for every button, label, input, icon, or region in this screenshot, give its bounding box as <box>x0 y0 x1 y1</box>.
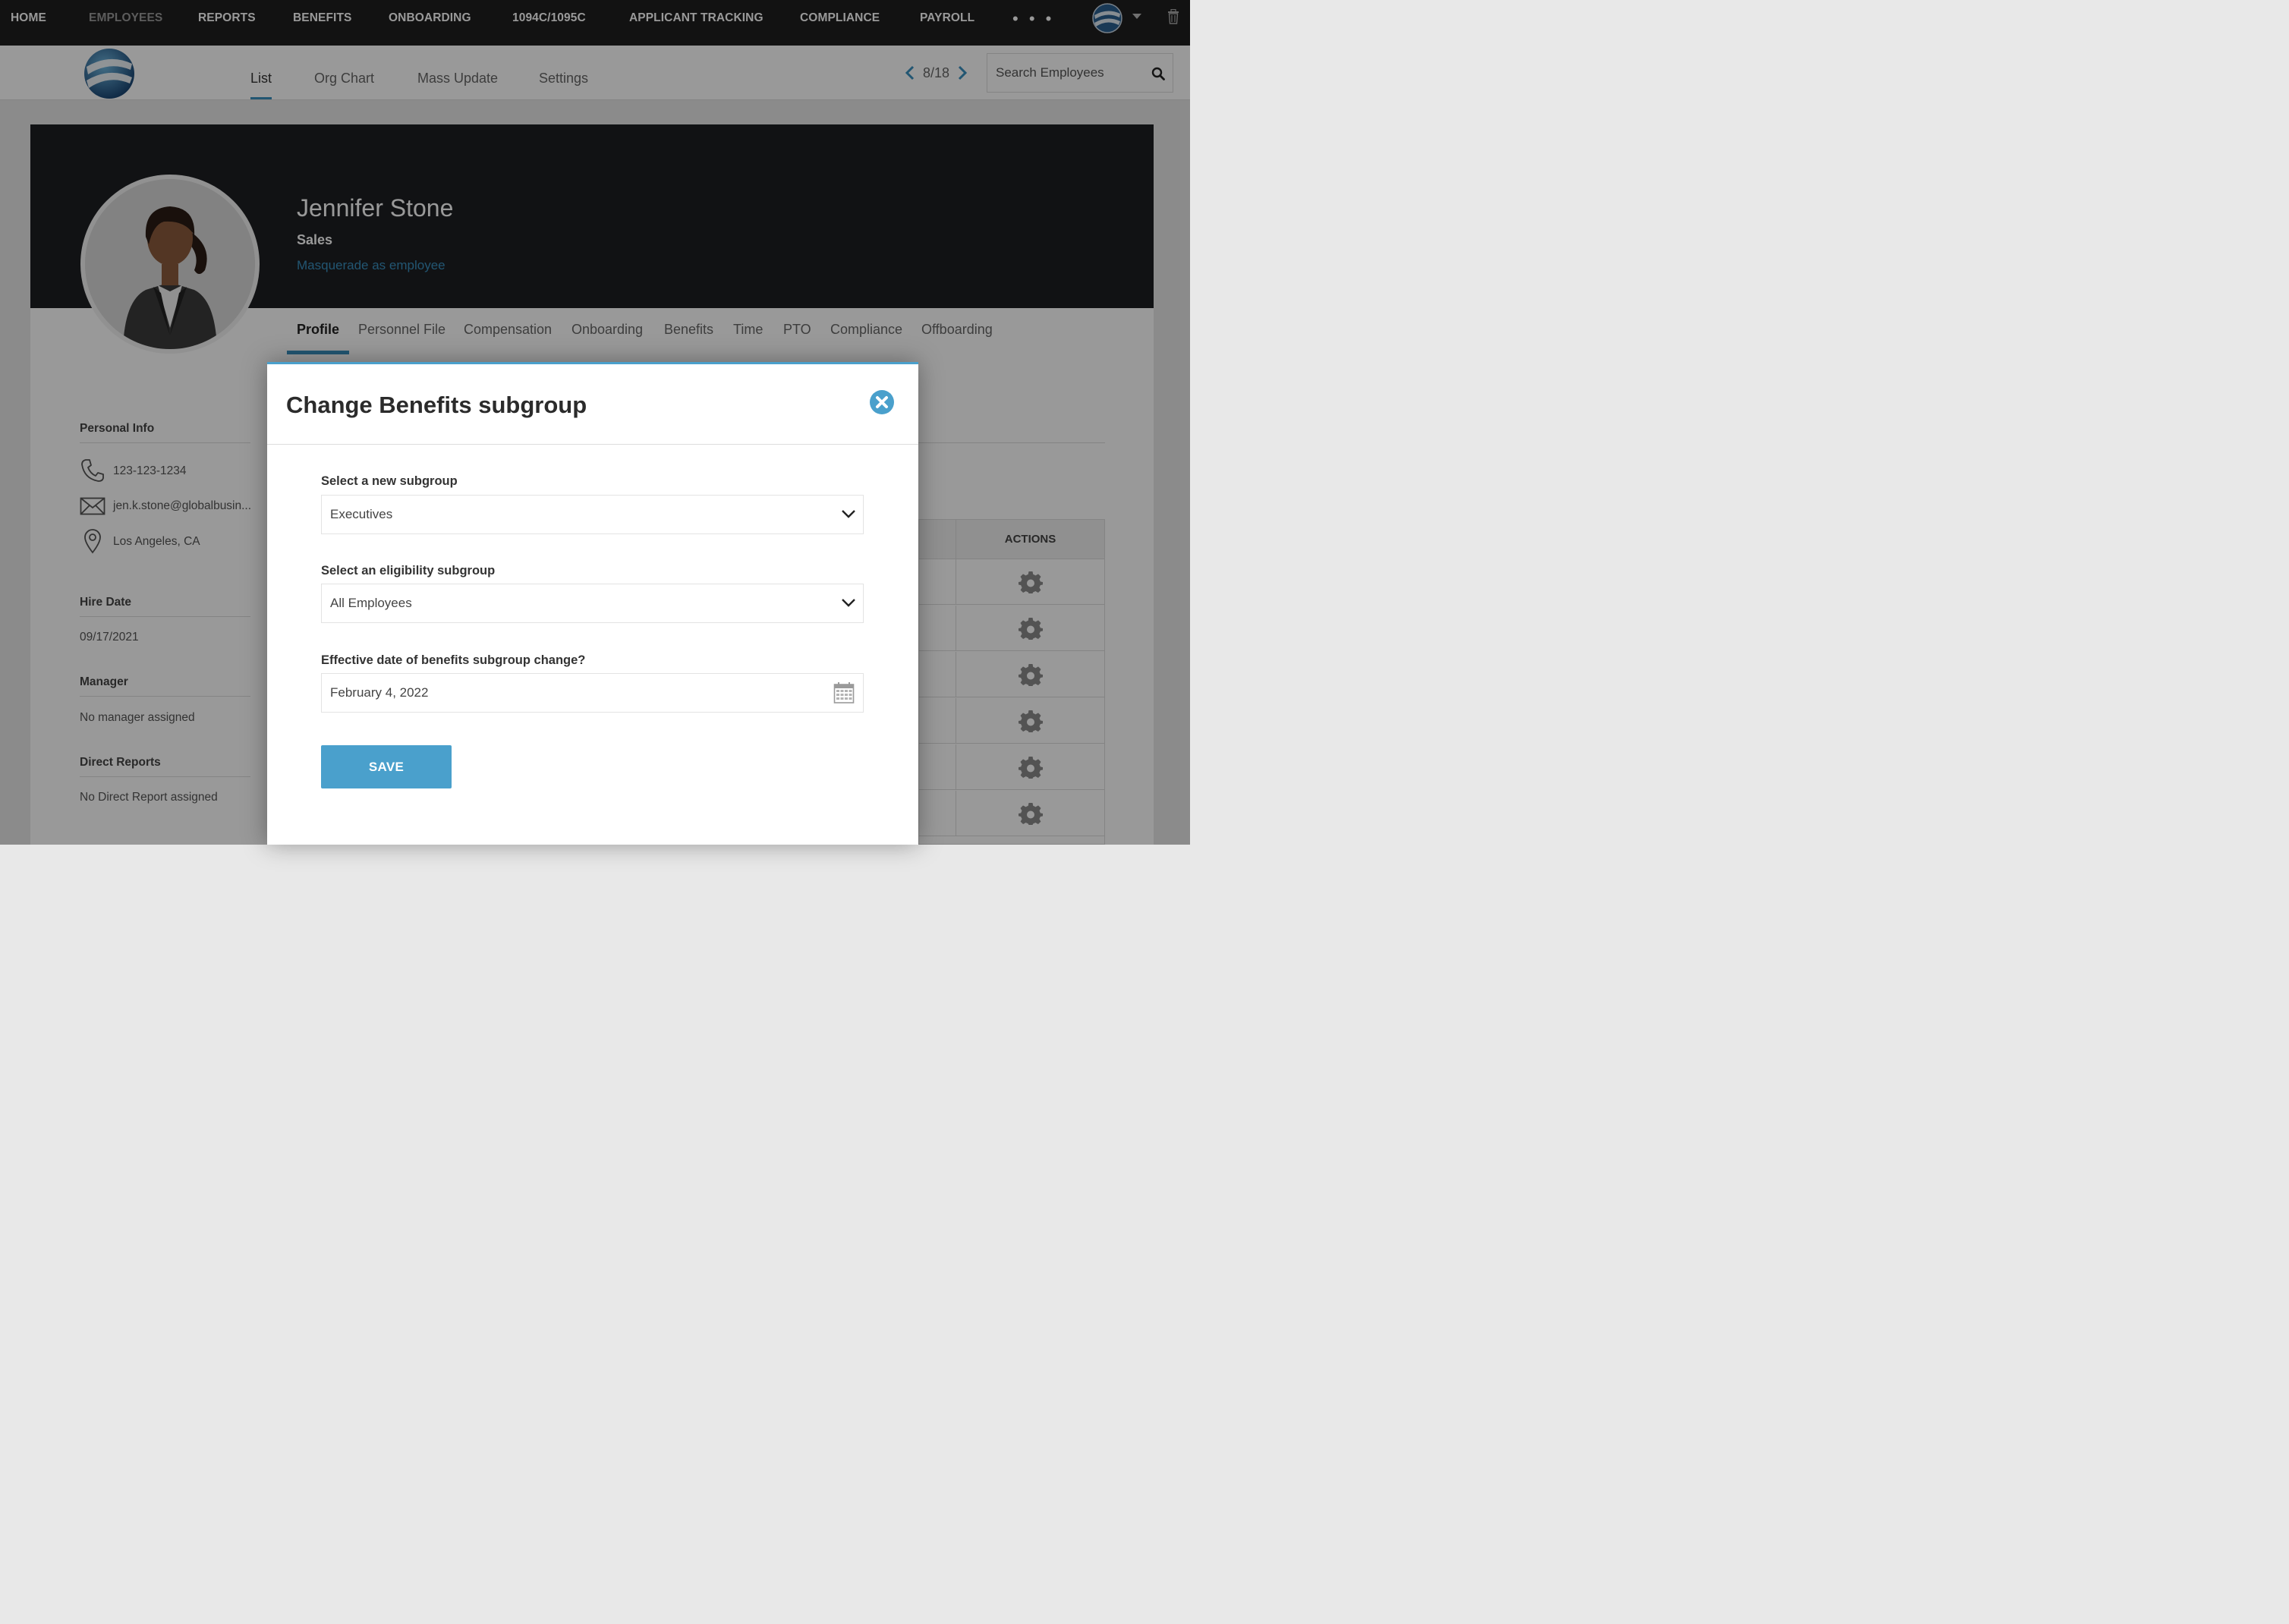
modal-title: Change Benefits subgroup <box>286 392 587 418</box>
effective-date-input[interactable]: February 4, 2022 <box>321 673 864 713</box>
save-button[interactable]: SAVE <box>321 745 452 788</box>
change-benefits-subgroup-modal: Change Benefits subgroup Select a new su… <box>267 362 918 845</box>
eligibility-label: Select an eligibility subgroup <box>321 564 496 578</box>
chevron-down-icon <box>842 510 855 518</box>
effective-date-label: Effective date of benefits subgroup chan… <box>321 653 586 667</box>
chevron-down-icon <box>842 599 855 607</box>
subgroup-label: Select a new subgroup <box>321 474 458 488</box>
subgroup-select[interactable]: Executives <box>321 495 864 534</box>
eligibility-select[interactable]: All Employees <box>321 584 864 623</box>
modal-header-divider <box>267 444 918 445</box>
calendar-icon[interactable] <box>833 681 855 704</box>
effective-date-value: February 4, 2022 <box>330 685 429 700</box>
close-icon[interactable] <box>869 389 895 415</box>
eligibility-selected-value: All Employees <box>330 596 412 610</box>
subgroup-selected-value: Executives <box>330 507 393 521</box>
